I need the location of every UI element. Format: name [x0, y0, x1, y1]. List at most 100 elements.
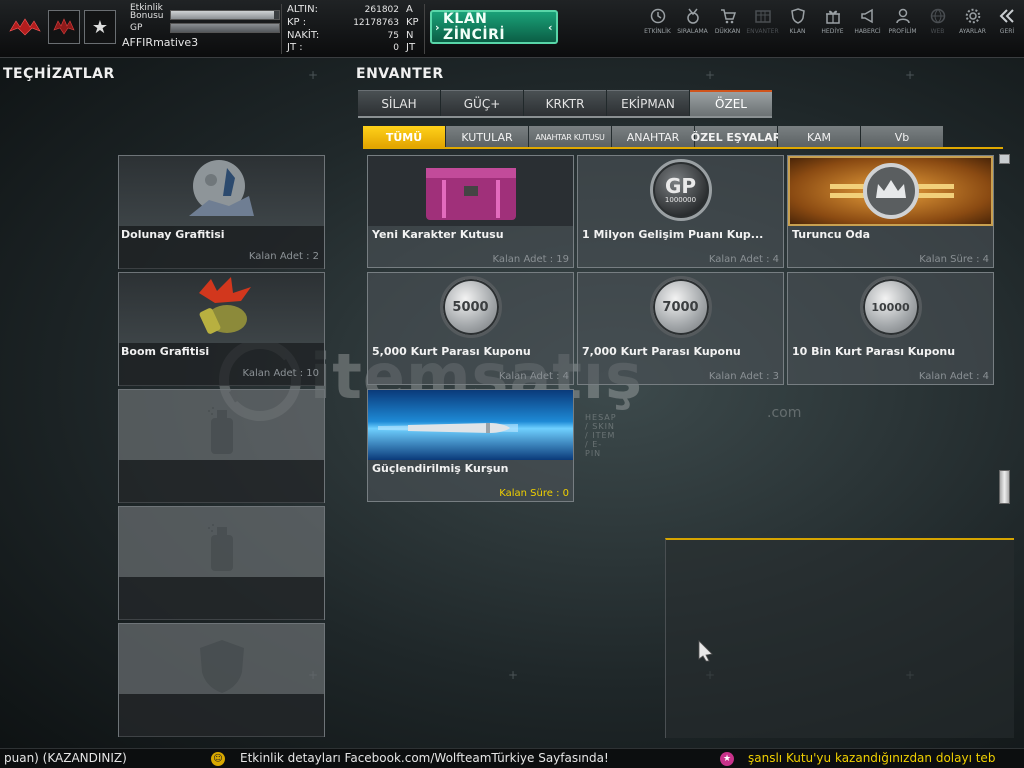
- slot-info: [119, 460, 324, 503]
- inventory-item[interactable]: 7000 7,000 Kurt Parası Kuponu Kalan Adet…: [577, 272, 784, 385]
- clan-chain-button[interactable]: › KLAN ZİNCİRİ ‹: [430, 10, 558, 44]
- event-bonus-fill: [171, 11, 274, 19]
- inventory-subtabs: TÜMÜ KUTULAR ANAHTAR KUTUSU ANAHTAR ÖZEL EŞY…: [363, 126, 944, 148]
- plus-mark: +: [508, 668, 519, 682]
- nav-megaphone[interactable]: HABERCİ: [850, 8, 885, 42]
- nav-back[interactable]: GERİ: [990, 8, 1024, 42]
- item-name: 7,000 Kurt Parası Kuponu: [582, 345, 741, 358]
- tab-4[interactable]: ÖZEL: [690, 90, 772, 116]
- megaphone-icon: [860, 8, 873, 24]
- equipment-slot[interactable]: Boom Grafitisi Kalan Adet : 10: [118, 272, 325, 386]
- nav-label: WEB: [930, 28, 945, 35]
- currency-unit: A: [406, 4, 413, 15]
- item-meta: Kalan Adet : 4: [498, 371, 569, 382]
- empty-shield-slot[interactable]: [118, 623, 325, 737]
- bullet-icon: [378, 423, 518, 433]
- divider: [281, 4, 282, 54]
- globe-icon: [930, 8, 945, 24]
- star-icon: ★: [91, 16, 109, 38]
- inventory-icon: [754, 10, 771, 23]
- item-thumbnail: [788, 156, 993, 226]
- currency-value: 12178763: [353, 18, 399, 28]
- divider: [424, 4, 425, 54]
- nav-gear[interactable]: AYARLAR: [955, 8, 990, 42]
- nav-label: SIRALAMA: [677, 28, 708, 35]
- currency-unit: N: [406, 30, 414, 41]
- nav-gift[interactable]: HEDİYE: [815, 8, 850, 42]
- silver-coin-icon: 10000: [859, 276, 922, 338]
- coin-text: 7000: [662, 299, 699, 315]
- inventory-item[interactable]: Güçlendirilmiş Kurşun Kalan Süre : 0: [367, 389, 574, 502]
- item-name: Yeni Karakter Kutusu: [372, 228, 504, 241]
- slot-image: [119, 507, 324, 577]
- currency-unit: KP: [406, 17, 419, 28]
- currency-value: 0: [393, 43, 399, 53]
- equipment-slot[interactable]: Dolunay Grafitisi Kalan Adet : 2: [118, 155, 325, 269]
- scrollbar-thumb[interactable]: [999, 470, 1010, 504]
- watermark-domain: .com: [767, 405, 802, 421]
- game-logo: [4, 10, 46, 44]
- inventory-item[interactable]: 5000 5,000 Kurt Parası Kuponu Kalan Adet…: [367, 272, 574, 385]
- item-thumbnail: 7000: [578, 273, 783, 343]
- subtab-1[interactable]: KUTULAR: [446, 126, 528, 148]
- scroll-up-button[interactable]: [999, 154, 1010, 164]
- subtab-0[interactable]: TÜMÜ: [363, 126, 445, 148]
- currency-value: 75: [387, 31, 399, 41]
- nav-label: GERİ: [999, 28, 1015, 35]
- subtab-6[interactable]: Vb: [861, 126, 943, 148]
- nav-label: DÜKKAN: [714, 28, 741, 35]
- subtab-3[interactable]: ANAHTAR: [612, 126, 694, 148]
- nav-shield[interactable]: KLAN: [780, 8, 815, 42]
- subtab-2[interactable]: ANAHTAR KUTUSU: [529, 126, 611, 148]
- currency-unit: JT: [406, 42, 416, 53]
- inventory-tabs: SİLAH GÜÇ+ KRKTR EKİPMAN ÖZEL: [358, 90, 773, 116]
- slot-image: [119, 156, 324, 226]
- boom-graffiti-icon: [199, 277, 251, 334]
- item-meta: Kalan Adet : 4: [708, 254, 779, 265]
- slot-image: [119, 273, 324, 343]
- event-bonus-label-2: Bonusu: [130, 11, 164, 21]
- nav-profile[interactable]: PROFİLİM: [885, 8, 920, 42]
- inventory-item[interactable]: GP 1000000 1 Milyon Gelişim Puanı Kup...…: [577, 155, 784, 268]
- tab-3[interactable]: EKİPMAN: [607, 90, 689, 116]
- equipment-heading: TEÇHİZATLAR: [3, 66, 115, 82]
- shield-icon: [199, 640, 244, 693]
- mouse-cursor-icon: [698, 640, 713, 662]
- character-box-icon: [368, 156, 573, 226]
- back-icon: [999, 9, 1014, 23]
- rank-badge[interactable]: ★: [84, 10, 116, 44]
- inventory-item[interactable]: 10000 10 Bin Kurt Parası Kuponu Kalan Ad…: [787, 272, 994, 385]
- event-bonus-bar: [170, 10, 280, 20]
- coin-text: GP: [664, 174, 697, 198]
- tab-0[interactable]: SİLAH: [358, 90, 440, 116]
- full-moon-graffiti-icon: [189, 160, 254, 216]
- clan-logo[interactable]: [48, 10, 80, 44]
- coin-subtext: 1000000: [664, 196, 697, 204]
- inventory-item[interactable]: Turuncu Oda Kalan Süre : 4: [787, 155, 994, 268]
- subtab-4[interactable]: ÖZEL EŞYALAR: [691, 126, 781, 148]
- item-thumbnail: GP 1000000: [578, 156, 783, 226]
- inventory-item[interactable]: Yeni Karakter Kutusu Kalan Adet : 19: [367, 155, 574, 268]
- slot-name: Dolunay Grafitisi: [121, 228, 225, 241]
- wolf-logo-icon: [9, 18, 41, 36]
- slot-info: [119, 694, 324, 737]
- item-meta: Kalan Adet : 3: [708, 371, 779, 382]
- nav-medal[interactable]: SIRALAMA: [675, 8, 710, 42]
- subtab-5[interactable]: KAM: [778, 126, 860, 148]
- tab-1[interactable]: GÜÇ+: [441, 90, 523, 116]
- tab-2[interactable]: KRKTR: [524, 90, 606, 116]
- username: AFFIRmative3: [122, 36, 199, 49]
- empty-spray-slot[interactable]: [118, 506, 325, 620]
- empty-spray-slot[interactable]: [118, 389, 325, 503]
- nav-cart[interactable]: DÜKKAN: [710, 8, 745, 42]
- ticker-text: Etkinlik detayları Facebook.com/Wolfteam…: [240, 751, 609, 765]
- gp-coin-icon: GP 1000000: [649, 159, 712, 221]
- inventory-heading: ENVANTER: [356, 66, 444, 82]
- nav-inventory[interactable]: ENVANTER: [745, 8, 780, 42]
- item-meta: Kalan Süre : 0: [499, 488, 569, 499]
- nav-clock[interactable]: ETKİNLİK: [640, 8, 675, 42]
- nav-globe[interactable]: WEB: [920, 8, 955, 42]
- subtab-underline: [363, 147, 1003, 149]
- clock-icon: [650, 8, 665, 24]
- coin-text: 5000: [452, 299, 489, 315]
